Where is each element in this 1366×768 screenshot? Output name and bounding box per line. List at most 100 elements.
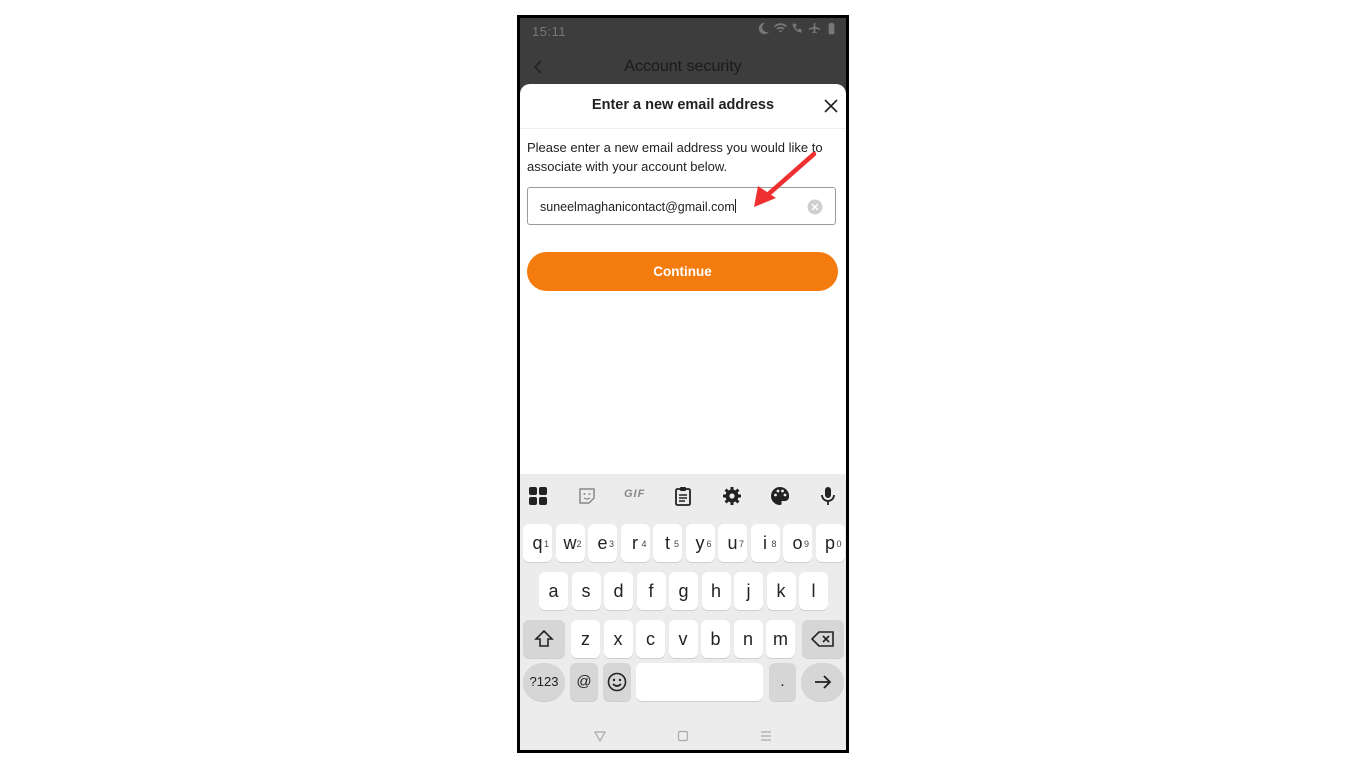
key-label: w xyxy=(563,533,577,553)
key-label: i xyxy=(763,533,767,553)
right-arrow-icon xyxy=(814,675,831,689)
sheet-header: Enter a new email address xyxy=(520,84,846,129)
keyboard-toolbar: GIF xyxy=(520,474,846,518)
airplane-mode-icon xyxy=(808,22,821,34)
key-e[interactable]: e3 xyxy=(588,524,617,562)
key-hint: 8 xyxy=(771,539,777,549)
continue-button[interactable]: Continue xyxy=(527,252,838,291)
key-l[interactable]: l xyxy=(799,572,828,610)
emoji-icon xyxy=(607,672,627,692)
nav-home-icon[interactable] xyxy=(677,730,689,742)
nav-recents-icon[interactable] xyxy=(760,730,772,742)
key-hint: 9 xyxy=(803,539,809,549)
key-i[interactable]: i8 xyxy=(750,524,780,562)
key-x[interactable]: x xyxy=(603,620,633,658)
key-label: d xyxy=(613,581,624,601)
key-p[interactable]: p0 xyxy=(815,524,845,562)
key-k[interactable]: k xyxy=(766,572,796,610)
wifi-calling-icon xyxy=(792,23,802,33)
space-key[interactable] xyxy=(636,663,763,701)
key-label: a xyxy=(548,581,559,601)
palette-icon[interactable] xyxy=(770,486,790,506)
backspace-key[interactable] xyxy=(802,620,844,658)
key-label: s xyxy=(581,581,591,601)
key-hint: 1 xyxy=(543,539,549,549)
wifi-icon xyxy=(774,23,787,33)
key-label: r xyxy=(632,533,638,553)
period-key[interactable]: . xyxy=(769,663,796,701)
key-h[interactable]: h xyxy=(701,572,731,610)
gif-icon[interactable]: GIF xyxy=(624,488,648,508)
key-y[interactable]: y6 xyxy=(685,524,715,562)
microphone-icon[interactable] xyxy=(818,486,838,506)
key-label: c xyxy=(646,629,655,649)
email-value-text: suneelmaghanicontact@gmail.com xyxy=(540,200,735,214)
key-u[interactable]: u7 xyxy=(718,524,747,562)
page-title: Account security xyxy=(624,58,742,75)
do-not-disturb-moon-icon xyxy=(758,22,770,35)
symbols-key[interactable]: ?123 xyxy=(523,663,565,701)
key-hint: 3 xyxy=(608,539,614,549)
settings-icon[interactable] xyxy=(722,486,742,506)
key-label: o xyxy=(792,533,803,553)
key-m[interactable]: m xyxy=(766,620,795,658)
key-hint: 4 xyxy=(641,539,647,549)
key-v[interactable]: v xyxy=(668,620,698,658)
apps-icon[interactable] xyxy=(528,486,548,506)
key-w[interactable]: w2 xyxy=(555,524,585,562)
key-label: x xyxy=(613,629,623,649)
key-a[interactable]: a xyxy=(539,572,568,610)
key-label: l xyxy=(811,581,816,601)
key-d[interactable]: d xyxy=(604,572,633,610)
battery-icon xyxy=(828,22,835,35)
shift-icon xyxy=(534,629,554,647)
key-t[interactable]: t5 xyxy=(653,524,682,562)
shift-key[interactable] xyxy=(523,620,565,658)
phone-screen: 15:11 Account security Enter a new email… xyxy=(517,15,849,753)
key-hint: 2 xyxy=(576,539,582,549)
key-hint: 7 xyxy=(738,539,744,549)
key-f[interactable]: f xyxy=(636,572,666,610)
key-label: u xyxy=(727,533,738,553)
key-label: f xyxy=(648,581,654,601)
on-screen-keyboard: GIF q1w2e3r4t5y6u7i8o9p0 asdfgh j k l z … xyxy=(520,474,846,750)
key-label: b xyxy=(710,629,721,649)
enter-key[interactable] xyxy=(801,663,844,701)
email-input-value[interactable]: suneelmaghanicontact@gmail.com xyxy=(540,199,736,214)
status-time: 15:11 xyxy=(532,24,567,39)
text-caret xyxy=(734,199,736,213)
annotation-arrow-icon xyxy=(754,151,817,207)
key-label: v xyxy=(678,629,688,649)
key-hint: 0 xyxy=(836,539,842,549)
key-label: q xyxy=(532,533,543,553)
key-q[interactable]: q1 xyxy=(523,524,552,562)
close-icon[interactable] xyxy=(822,97,840,115)
backspace-icon xyxy=(810,631,834,647)
nav-back-icon[interactable] xyxy=(594,730,606,742)
key-label: t xyxy=(664,533,670,553)
status-icons xyxy=(757,22,838,35)
key-s[interactable]: s xyxy=(571,572,601,610)
emoji-key[interactable] xyxy=(603,663,631,701)
key-g[interactable]: g xyxy=(669,572,698,610)
key-o[interactable]: o9 xyxy=(783,524,812,562)
key-label: h xyxy=(710,581,721,601)
key-label: g xyxy=(678,581,689,601)
key-c[interactable]: c xyxy=(636,620,665,658)
system-nav-bar xyxy=(520,722,846,750)
key-b[interactable]: b xyxy=(701,620,730,658)
key-label: y xyxy=(695,533,705,553)
key-z[interactable]: z xyxy=(571,620,600,658)
app-bar: Account security xyxy=(520,46,846,86)
key-n[interactable]: n xyxy=(733,620,763,658)
clipboard-icon[interactable] xyxy=(673,486,693,506)
key-label: z xyxy=(581,629,590,649)
key-label: m xyxy=(773,629,788,649)
key-label: n xyxy=(742,629,753,649)
key-r[interactable]: r4 xyxy=(620,524,650,562)
key-hint: 5 xyxy=(673,539,679,549)
key-hint: 6 xyxy=(706,539,712,549)
sticker-icon[interactable] xyxy=(577,486,597,506)
key-j[interactable]: j xyxy=(734,572,763,610)
at-key[interactable]: @ xyxy=(570,663,598,701)
